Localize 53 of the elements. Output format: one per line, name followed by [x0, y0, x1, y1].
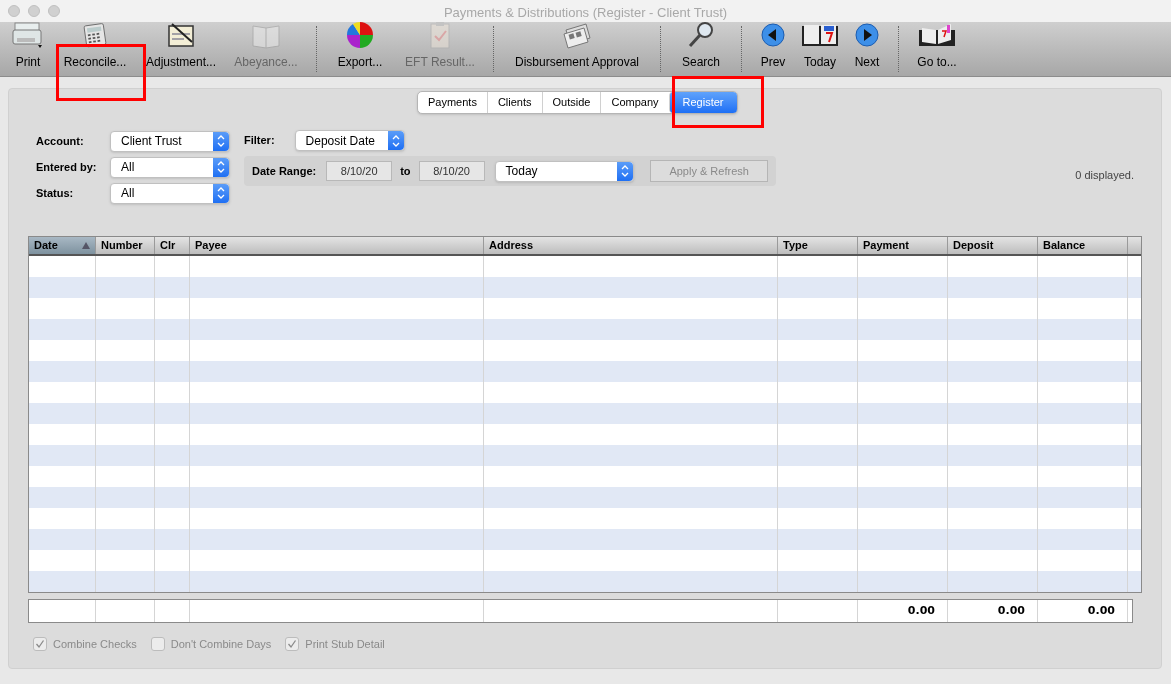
chevron-updown-icon: [387, 131, 404, 150]
checkbox-label: Don't Combine Days: [170, 637, 272, 652]
field-label: Account:: [36, 133, 85, 149]
total-amount: 0.00: [1087, 602, 1115, 619]
column-header[interactable]: Address: [484, 237, 778, 254]
popup-button[interactable]: All: [110, 182, 230, 204]
popup-button[interactable]: All: [110, 156, 230, 178]
date-field[interactable]: 8/10/20: [418, 161, 485, 181]
date-field[interactable]: 8/10/20: [326, 161, 393, 181]
popup-button[interactable]: Client Trust: [110, 130, 230, 152]
column-header[interactable]: Type: [778, 237, 858, 254]
column-header[interactable]: Clr: [155, 237, 190, 254]
field-label: Date Range:: [252, 163, 317, 179]
chevron-updown-icon: [617, 161, 634, 181]
toolbar-button[interactable]: Prev: [750, 22, 796, 76]
column-header[interactable]: Balance: [1038, 237, 1128, 254]
displayed-count: 0 displayed.: [1075, 169, 1134, 181]
sort-ascending-icon: [82, 242, 90, 249]
field-label: Entered by:: [36, 159, 98, 175]
tab[interactable]: Outside: [541, 92, 601, 113]
toolbar-button[interactable]: Reconcile...: [52, 22, 138, 76]
toolbar-button[interactable]: Print: [4, 22, 52, 76]
popup-button[interactable]: Today: [494, 160, 635, 182]
tab[interactable]: Clients: [486, 92, 542, 113]
toolbar-button[interactable]: Next: [844, 22, 890, 76]
total-amount: 0.00: [907, 602, 935, 619]
checkbox-label: Print Stub Detail: [305, 637, 385, 652]
column-header[interactable]: Payment: [858, 237, 948, 254]
chevron-updown-icon: [213, 131, 229, 151]
column-header[interactable]: Number: [96, 237, 155, 254]
toolbar-button[interactable]: Disbursement Approval: [502, 22, 652, 76]
total-amount: 0.00: [997, 602, 1025, 619]
chevron-updown-icon: [213, 183, 229, 203]
popup-button[interactable]: Deposit Date: [294, 130, 405, 151]
tab[interactable]: Company: [600, 92, 669, 113]
close-button[interactable]: [8, 5, 20, 17]
column-header[interactable]: Date: [29, 237, 96, 254]
toolbar-button[interactable]: Search: [669, 22, 733, 76]
checkbox-label: Combine Checks: [53, 637, 137, 652]
column-header[interactable]: Payee: [190, 237, 484, 254]
chevron-updown-icon: [213, 157, 229, 177]
toolbar-button[interactable]: Go to...: [907, 22, 967, 76]
zoom-button[interactable]: [48, 5, 60, 17]
window-title: Payments & Distributions (Register - Client Trust): [443, 5, 728, 20]
tab[interactable]: Payments: [418, 92, 487, 113]
column-header[interactable]: Deposit: [948, 237, 1038, 254]
toolbar-button[interactable]: Export...: [325, 22, 395, 76]
toolbar-button[interactable]: Today: [796, 22, 844, 76]
toolbar-button[interactable]: Adjustment...: [138, 22, 224, 76]
field-label: Filter:: [244, 133, 275, 149]
field-label: to: [400, 163, 411, 179]
field-label: Status:: [36, 185, 75, 201]
minimize-button[interactable]: [28, 5, 40, 17]
